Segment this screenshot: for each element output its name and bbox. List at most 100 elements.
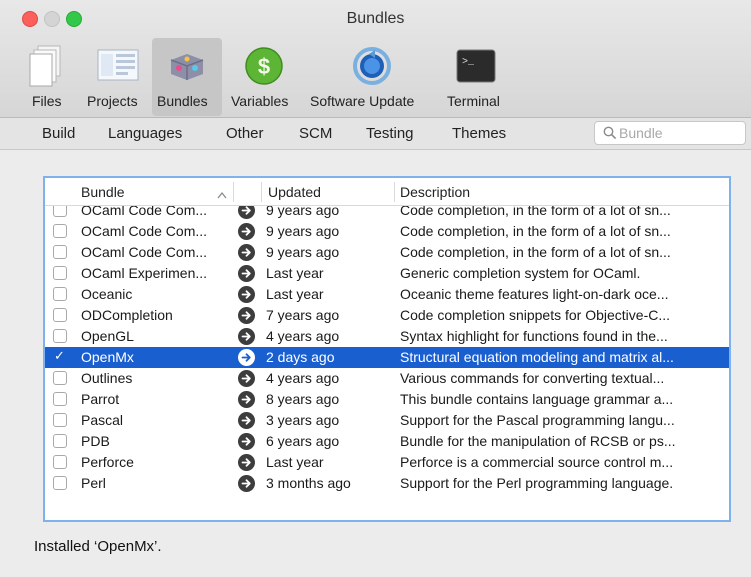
toolbar-label: Variables [231,93,289,109]
install-checkbox[interactable] [53,287,67,301]
toolbar-variables[interactable]: $ Variables [226,38,302,116]
bundle-table: Bundle Updated Description OCaml Code Co… [43,176,731,522]
bundle-description: Code completion, in the form of a lot of… [400,206,671,218]
table-row[interactable]: Parrot 8 years ago This bundle contains la… [45,389,729,410]
bundle-updated: 9 years ago [266,223,340,239]
bundle-updated: 4 years ago [266,328,340,344]
bundles-window: Bundles Files Projects Bundles $ Variabl… [0,0,751,577]
bundle-name: OpenMx [81,349,134,365]
toolbar-files[interactable]: Files [24,38,68,116]
install-checkbox[interactable] [53,245,67,259]
bundle-description: Perforce is a commercial source control … [400,454,674,470]
bundle-updated: Last year [266,454,324,470]
column-separator[interactable] [394,182,395,202]
search-input[interactable] [619,125,737,141]
bundle-updated: 2 days ago [266,349,335,365]
install-checkbox[interactable] [53,224,67,238]
table-row[interactable]: Oceanic Last year Oceanic theme features l… [45,284,729,305]
install-checkbox[interactable] [53,206,67,217]
arrow-right-circle-icon[interactable] [238,244,255,261]
install-checkbox[interactable]: ✓ [53,348,67,364]
bundle-description: Support for the Pascal programming langu… [400,412,675,428]
install-checkbox[interactable] [53,413,67,427]
table-row[interactable]: OCaml Code Com... 9 years ago Code complet… [45,242,729,263]
install-checkbox[interactable] [53,434,67,448]
bundle-name: Oceanic [81,286,133,302]
bundle-updated: 3 months ago [266,475,351,491]
arrow-right-circle-icon[interactable] [238,433,255,450]
category-languages[interactable]: Languages [108,125,182,142]
bundle-updated: 3 years ago [266,412,340,428]
bundle-name: OCaml Code Com... [81,223,208,239]
install-checkbox[interactable] [53,392,67,406]
arrow-right-circle-icon[interactable] [238,223,255,240]
column-separator[interactable] [261,182,262,202]
bundle-name: OCaml Code Com... [81,206,208,218]
install-checkbox[interactable] [53,266,67,280]
terminal-icon: >_ [454,44,498,88]
table-row[interactable]: Outlines 4 years ago Various commands for … [45,368,729,389]
install-checkbox[interactable] [53,371,67,385]
table-row[interactable]: Perl 3 months ago Support for the Perl pro… [45,473,729,494]
column-header-updated[interactable]: Updated [268,184,321,200]
bundle-description: Code completion, in the form of a lot of… [400,244,671,260]
arrow-right-circle-icon[interactable] [238,206,255,219]
category-themes[interactable]: Themes [452,125,506,142]
bundle-updated: Last year [266,265,324,281]
bundle-description: Structural equation modeling and matrix … [400,349,674,365]
category-scm[interactable]: SCM [299,125,332,142]
bundle-updated: 9 years ago [266,206,340,218]
bundle-name: ODCompletion [81,307,173,323]
column-header-bundle[interactable]: Bundle [81,184,125,200]
category-bar: Build Languages Other SCM Testing Themes [0,118,751,150]
arrow-right-circle-icon[interactable] [238,307,255,324]
table-row[interactable]: Perforce Last year Perforce is a commercia… [45,452,729,473]
toolbar-bundles[interactable]: Bundles [152,38,222,116]
bundle-name: Parrot [81,391,120,407]
projects-icon [96,44,140,88]
arrow-right-circle-icon[interactable] [238,349,255,366]
bundle-description: Bundle for the manipulation of RCSB or p… [400,433,676,449]
toolbar-label: Software Update [310,93,415,109]
toolbar-label: Bundles [157,93,208,109]
toolbar-terminal[interactable]: >_ Terminal [442,38,510,116]
bundle-updated: 6 years ago [266,433,340,449]
arrow-right-circle-icon[interactable] [238,475,255,492]
arrow-right-circle-icon[interactable] [238,328,255,345]
table-row[interactable]: PDB 6 years ago Bundle for the manipulatio… [45,431,729,452]
arrow-right-circle-icon[interactable] [238,391,255,408]
table-row[interactable]: OCaml Experimen... Last year Generic compl… [45,263,729,284]
arrow-right-circle-icon[interactable] [238,454,255,471]
bundle-name: OpenGL [81,328,134,344]
table-row[interactable]: Pascal 3 years ago Support for the Pascal … [45,410,729,431]
table-row[interactable]: ✓ OpenMx 2 days ago Structural equation mod… [45,347,729,368]
column-header-description[interactable]: Description [400,184,470,200]
search-icon [603,126,617,145]
sort-ascending-icon[interactable] [217,186,227,202]
category-testing[interactable]: Testing [366,125,414,142]
arrow-right-circle-icon[interactable] [238,286,255,303]
bundle-updated: 4 years ago [266,370,340,386]
bundle-name: Pascal [81,412,124,428]
bundle-name: Outlines [81,370,133,386]
toolbar-label: Terminal [447,93,500,109]
category-build[interactable]: Build [42,125,75,142]
toolbar-label: Projects [87,93,138,109]
install-checkbox[interactable] [53,476,67,490]
arrow-right-circle-icon[interactable] [238,265,255,282]
table-row[interactable]: OCaml Code Com... 9 years ago Code complet… [45,206,729,221]
arrow-right-circle-icon[interactable] [238,412,255,429]
table-row[interactable]: OpenGL 4 years ago Syntax highlight for fu… [45,326,729,347]
category-other[interactable]: Other [226,125,264,142]
table-body[interactable]: OCaml Code Com... 9 years ago Code complet… [45,206,729,520]
column-separator[interactable] [233,182,234,202]
table-row[interactable]: OCaml Code Com... 9 years ago Code complet… [45,221,729,242]
install-checkbox[interactable] [53,455,67,469]
toolbar-projects[interactable]: Projects [87,38,148,116]
arrow-right-circle-icon[interactable] [238,370,255,387]
install-checkbox[interactable] [53,329,67,343]
search-field[interactable] [594,121,746,145]
install-checkbox[interactable] [53,308,67,322]
table-row[interactable]: ODCompletion 7 years ago Code completion s… [45,305,729,326]
toolbar-software-update[interactable]: Software Update [310,38,434,116]
